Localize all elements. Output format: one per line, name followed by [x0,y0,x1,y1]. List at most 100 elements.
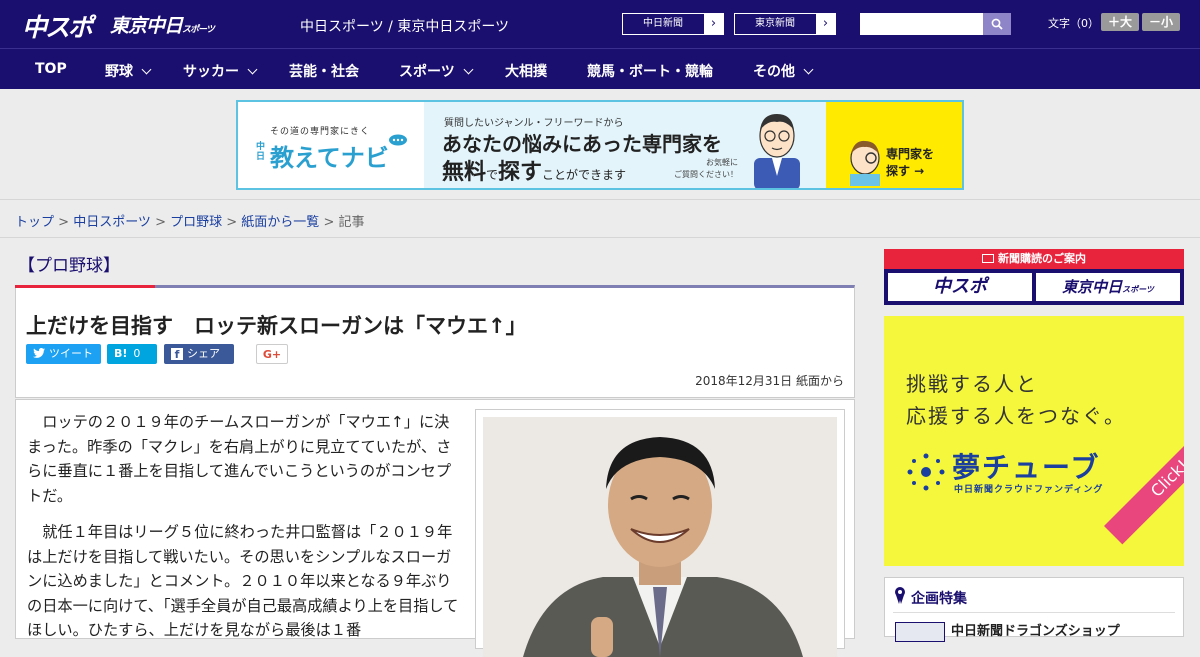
breadcrumb-current: 記事 [338,215,365,230]
ad-note: お気軽にご質問ください！ [674,157,738,181]
nav-item-soccer[interactable]: サッカー [183,61,258,81]
chevron-down-icon [247,64,258,75]
article-date: 2018年12月31日 紙面から [695,374,844,388]
subscribe-tokyo-chunichi-button[interactable]: 東京中日スポーツ [1036,273,1180,301]
facebook-share-label: シェア [187,347,220,360]
tokyo-logo-text: 東京中日 [110,15,183,37]
search-icon [991,18,1003,30]
hatena-icon: B! [114,347,128,360]
chevron-down-icon [803,64,814,75]
ad-brand-panel: その道の専門家にきく 中日 教えてナビ [238,102,424,188]
subscription-title: 新聞購読のご案内 [884,249,1184,269]
ad-brand-logo: 教えてナビ [270,144,389,172]
article-photo[interactable] [483,417,837,657]
chunichi-link-label: 中日新聞 [643,18,683,29]
nav-item-sports[interactable]: スポーツ [399,61,474,81]
ad-question: 質問したいジャンル・フリーワードから [444,118,624,129]
font-size-up-button[interactable]: ＋大 [1101,13,1139,31]
nav-label: 野球 [105,64,133,80]
ad-note-1: お気軽に [706,158,738,167]
chunichi-shimbun-link[interactable]: 中日新聞 › [622,13,724,35]
newspaper-icon [982,254,994,263]
ad-can: ことができます [542,168,627,182]
article-text: ロッテの２０１９年のチームスローガンが「マウエ↑」に決まった。昨季の「マクレ」を… [27,410,462,655]
chevron-down-icon [463,64,474,75]
search-button[interactable] [983,13,1011,35]
article-header: 上だけを目指す ロッテ新スローガンは「マウエ↑」 ツイート B! 0 f シェア 3… [15,285,855,398]
tokyo-shimbun-link[interactable]: 東京新聞 › [734,13,836,35]
tweet-button[interactable]: ツイート [26,344,101,364]
tokyo-logo-sub: スポーツ [182,25,215,35]
nav-item-other[interactable]: その他 [753,61,814,81]
ad-note-2: ご質問ください！ [674,170,738,179]
special-features-title: 企画特集 [911,591,967,607]
divider [893,612,1175,613]
expert-illustration [754,114,800,188]
font-size-down-button[interactable]: －小 [1142,13,1180,31]
facebook-share-button[interactable]: f シェア 3 [164,344,234,380]
ad-headline: あなたの悩みにあった専門家を [442,132,722,156]
ad-brand-prefix: 中日 [256,142,266,162]
twitter-icon [33,348,45,358]
header-accent-bar [15,285,155,288]
subscribe-tokyo-label: 東京中日 [1062,278,1123,296]
font-size-label: 文字（0） [1048,17,1099,30]
search-input[interactable] [860,13,983,35]
breadcrumb-link-chuspo[interactable]: 中日スポーツ [73,215,151,230]
category-title: 【プロ野球】 [18,256,120,276]
facebook-icon: f [171,348,183,361]
chevron-right-icon: › [704,14,723,34]
nav-item-baseball[interactable]: 野球 [105,61,152,81]
nav-item-top[interactable]: TOP [35,61,67,77]
google-plus-button[interactable]: G+ [256,344,288,364]
ad-search: 探す [498,160,543,185]
tokyo-chunichi-logo[interactable]: 東京中日スポーツ [110,11,215,38]
nav-label: 競馬・ボート・競輪 [587,64,713,80]
breadcrumb-separator: > [54,215,74,230]
ad-cta-2: 探す → [886,164,925,178]
ad-copy-panel: 質問したいジャンル・フリーワードから あなたの悩みにあった専門家を 無料で探すこ… [424,102,826,188]
ad-cta-panel: 専門家を探す → [826,102,962,188]
ad-de: で [486,168,499,182]
ad-subheadline: 無料で探すことができます [442,154,626,186]
subscribe-tokyo-sub: スポーツ [1122,285,1154,294]
ribbon-badge-icon [895,587,905,604]
subscribe-chuspo-button[interactable]: 中スポ [888,273,1032,301]
nav-item-racing[interactable]: 競馬・ボート・競輪 [587,61,713,81]
nav-label: 大相撲 [505,64,547,80]
facebook-share-count: 3 [171,367,178,380]
ad-zone: その道の専門家にきく 中日 教えてナビ 質問したいジャンル・フリーワードから あ… [0,89,1200,200]
article-photo-frame [475,409,845,657]
nav-label: サッカー [183,64,239,80]
thinking-person-illustration [850,140,880,186]
yume-tagline-2: 応援する人をつなぐ。 [906,404,1126,428]
breadcrumb-link-paper-list[interactable]: 紙面から一覧 [241,215,319,230]
site-name: 中日スポーツ / 東京中日スポーツ [300,19,510,35]
nav-item-sumo[interactable]: 大相撲 [505,61,547,81]
top-header: 中スポ 東京中日スポーツ 中日スポーツ / 東京中日スポーツ 中日新聞 › 東京… [0,0,1200,48]
nav-label: 芸能・社会 [289,64,359,80]
breadcrumb: トップ > 中日スポーツ > プロ野球 > 紙面から一覧 > 記事 [15,211,365,230]
yume-click-ribbon: Click! [1104,412,1184,545]
nav-item-entertainment[interactable]: 芸能・社会 [289,61,359,81]
chuspo-logo[interactable]: 中スポ [22,8,93,44]
yume-tagline-1: 挑戦する人と [906,372,1038,396]
hatena-button[interactable]: B! 0 [107,344,157,364]
yume-tagline: 挑戦する人と応援する人をつなぐ。 [906,368,1126,432]
breadcrumb-separator: > [150,215,171,230]
breadcrumb-link-pro-baseball[interactable]: プロ野球 [170,215,222,230]
ad-tagline: その道の専門家にきく [270,127,371,137]
breadcrumb-link-top[interactable]: トップ [15,215,54,230]
dragons-shop-thumbnail[interactable] [895,622,945,642]
ad-cta: 専門家を探す → [886,146,934,180]
breadcrumb-bar: トップ > 中日スポーツ > プロ野球 > 紙面から一覧 > 記事 [0,200,1200,238]
yume-tube-ad[interactable]: 挑戦する人と 応援する人をつなぐ。 夢チューブ 中日新聞クラウドファンディング C… [884,316,1184,566]
oshiete-navi-ad-banner[interactable]: その道の専門家にきく 中日 教えてナビ 質問したいジャンル・フリーワードから あ… [236,100,964,190]
yume-subtitle: 中日新聞クラウドファンディング [954,485,1104,495]
breadcrumb-separator: > [319,215,339,230]
ad-cta-1: 専門家を [886,147,935,161]
main-nav: TOP 野球 サッカー 芸能・社会 スポーツ 大相撲 競馬・ボート・競輪 その他 [0,48,1200,89]
manager-portrait-image [483,417,837,657]
subscription-title-text: 新聞購読のご案内 [998,252,1086,265]
ad-free: 無料 [442,160,487,185]
